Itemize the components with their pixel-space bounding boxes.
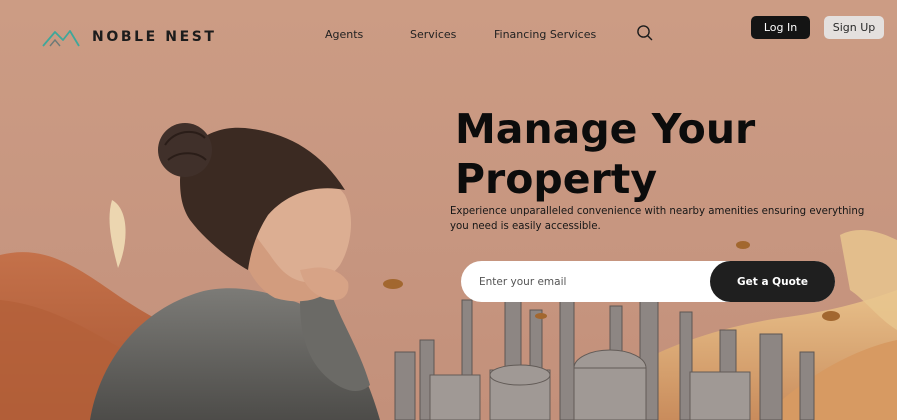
search-icon[interactable] bbox=[636, 24, 653, 41]
get-quote-button[interactable]: Get a Quote bbox=[710, 261, 835, 302]
top-navigation: NOBLE NEST Agents Services Financing Ser… bbox=[0, 0, 897, 70]
login-button[interactable]: Log In bbox=[751, 16, 810, 39]
hero-title: Manage Your Property bbox=[455, 104, 855, 204]
hero-title-line-2: Property bbox=[455, 155, 658, 203]
hero-subtitle: Experience unparalleled convenience with… bbox=[450, 206, 865, 232]
email-input[interactable] bbox=[479, 261, 699, 302]
signup-button[interactable]: Sign Up bbox=[824, 16, 884, 39]
hero-title-line-1: Manage Your bbox=[455, 105, 756, 153]
email-signup-form: Get a Quote bbox=[461, 261, 835, 302]
brand-logo[interactable]: NOBLE NEST bbox=[42, 26, 217, 48]
logo-mountain-icon bbox=[42, 30, 80, 47]
nav-link-services[interactable]: Services bbox=[410, 28, 456, 41]
brand-name: NOBLE NEST bbox=[92, 29, 217, 45]
nav-link-agents[interactable]: Agents bbox=[325, 28, 363, 41]
nav-link-financing-services[interactable]: Financing Services bbox=[494, 28, 596, 41]
